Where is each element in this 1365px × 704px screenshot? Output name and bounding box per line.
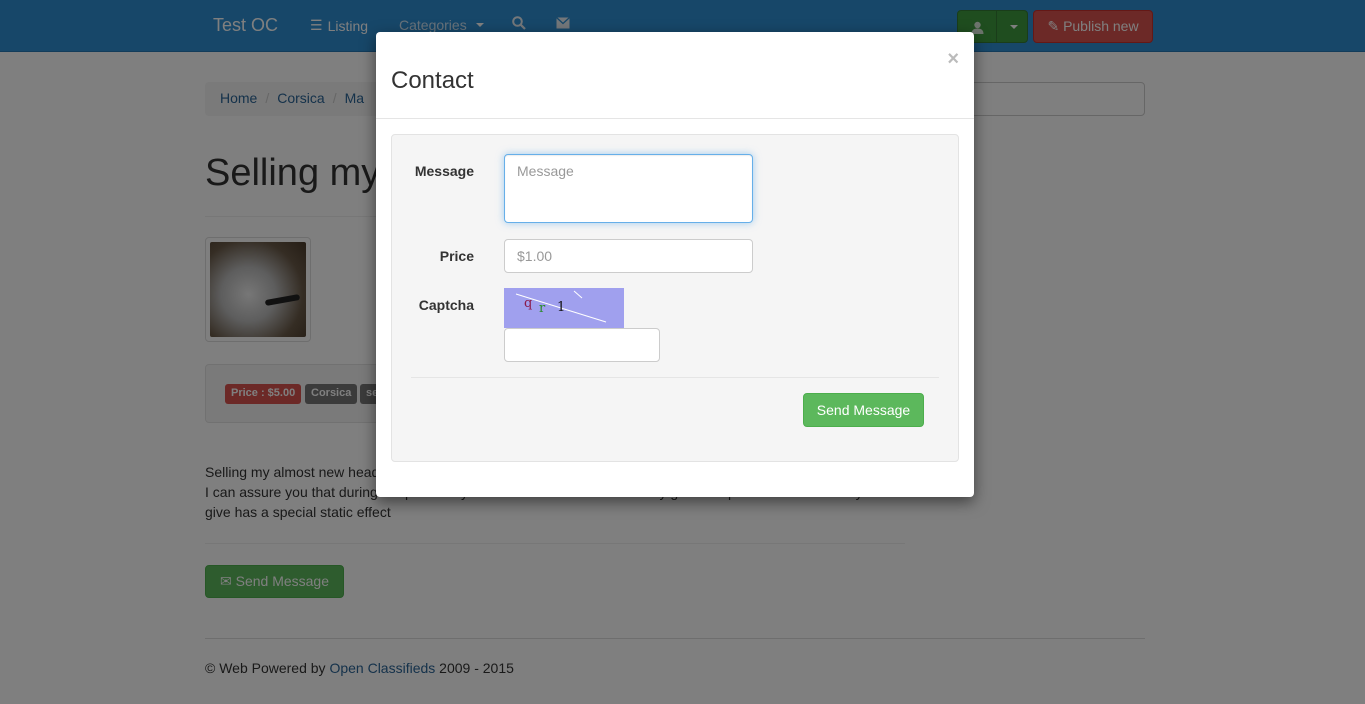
divider bbox=[411, 377, 939, 378]
captcha-label: Captcha bbox=[418, 297, 474, 313]
send-message-submit-button[interactable]: Send Message bbox=[803, 393, 924, 427]
captcha-char: 1 bbox=[557, 300, 566, 315]
captcha-char: q bbox=[524, 296, 533, 311]
captcha-char: r bbox=[539, 301, 546, 316]
message-label: Message bbox=[414, 163, 474, 179]
captcha-image: q r 1 bbox=[504, 288, 624, 328]
message-field[interactable] bbox=[504, 154, 753, 223]
contact-form: Message Price Captcha q r 1 Send Message bbox=[391, 134, 959, 462]
close-icon[interactable]: × bbox=[947, 48, 959, 71]
price-label: Price bbox=[439, 248, 474, 264]
captcha-field[interactable] bbox=[504, 328, 660, 362]
contact-modal: Contact × Message Price Captcha q r 1 Se… bbox=[376, 32, 974, 497]
modal-title: Contact bbox=[391, 67, 474, 94]
price-field[interactable] bbox=[504, 239, 753, 273]
modal-header: Contact × bbox=[376, 32, 974, 119]
